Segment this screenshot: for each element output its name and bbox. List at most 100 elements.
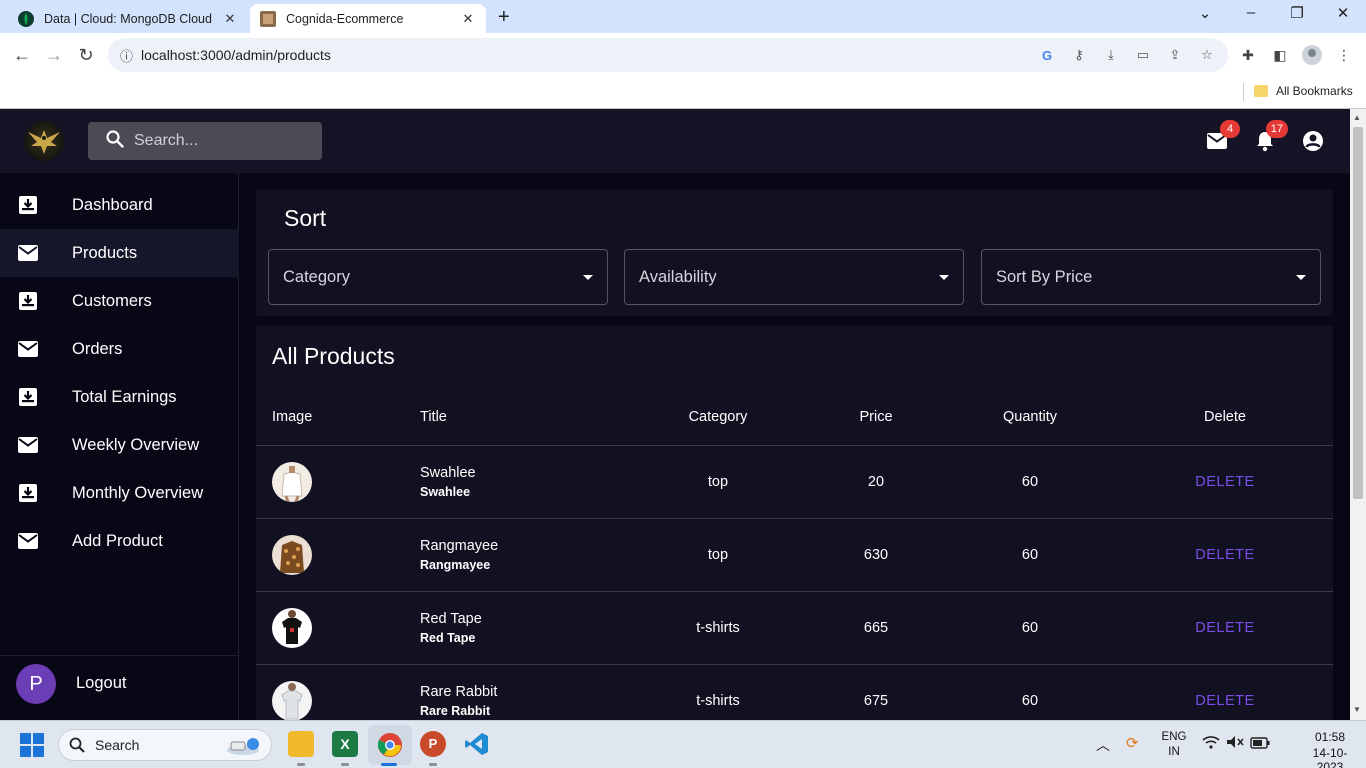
share-icon[interactable]: ⇪	[1166, 46, 1184, 64]
mongodb-leaf-icon	[18, 10, 34, 27]
menu-icon[interactable]: ⋮	[1334, 45, 1354, 65]
region-indicator[interactable]: IN	[1156, 746, 1192, 758]
forward-icon[interactable]: →	[42, 43, 66, 67]
search-icon	[69, 737, 85, 753]
profile-avatar-icon[interactable]	[1302, 45, 1322, 65]
vscode-icon[interactable]	[464, 731, 490, 757]
sidebar-item-dashboard[interactable]: Dashboard	[0, 181, 239, 229]
browser-tab-mongodb[interactable]: Data | Cloud: MongoDB Cloud ✕	[8, 4, 248, 33]
sidebar-item-orders[interactable]: Orders	[0, 325, 239, 373]
site-icon	[260, 10, 276, 27]
mail-button[interactable]: 4	[1204, 120, 1240, 154]
category-select[interactable]: Category	[268, 249, 608, 305]
logout-label: Logout	[76, 674, 127, 692]
browser-tab-cognida[interactable]: Cognida-Ecommerce ✕	[250, 4, 486, 33]
sidebar-item-customers[interactable]: Customers	[0, 277, 239, 325]
bookmark-star-icon[interactable]: ☆	[1198, 46, 1216, 64]
divider	[1243, 83, 1244, 101]
sidebar-item-label: Dashboard	[72, 195, 153, 214]
close-icon[interactable]: ✕	[460, 11, 476, 27]
sidebar-item-label: Customers	[72, 291, 152, 310]
file-explorer-icon[interactable]	[288, 731, 314, 757]
product-quantity: 60	[1021, 693, 1039, 709]
avatar[interactable]: P	[16, 664, 56, 704]
wifi-icon[interactable]	[1202, 735, 1220, 752]
google-icon[interactable]: G	[1038, 46, 1056, 64]
sidebar-item-add-product[interactable]: Add Product	[0, 517, 239, 565]
mail-icon	[18, 437, 38, 453]
scrollbar-thumb[interactable]	[1353, 127, 1363, 499]
back-icon[interactable]: ←	[10, 43, 34, 67]
page-scrollbar[interactable]: ▲ ▼	[1350, 109, 1366, 720]
product-price: 675	[863, 693, 889, 709]
availability-select[interactable]: Availability	[624, 249, 964, 305]
notification-count-badge: 17	[1265, 120, 1288, 138]
column-header-title: Title	[420, 409, 447, 425]
brand-logo[interactable]	[24, 121, 64, 161]
product-title: Rangmayee	[420, 538, 499, 554]
window-close-icon[interactable]: ✕	[1331, 4, 1355, 22]
sidebar-item-products[interactable]: Products	[0, 229, 239, 277]
notifications-button[interactable]: 17	[1252, 120, 1288, 154]
product-subtitle: Red Tape	[420, 631, 476, 645]
product-image	[272, 681, 312, 720]
sort-by-price-select[interactable]: Sort By Price	[981, 249, 1321, 305]
all-bookmarks-link[interactable]: All Bookmarks	[1276, 84, 1353, 98]
clock-date[interactable]: 14-10-2023	[1300, 746, 1360, 768]
battery-icon[interactable]	[1250, 736, 1270, 754]
column-header-category: Category	[688, 409, 748, 425]
chrome-taskbar-button[interactable]	[368, 725, 412, 765]
extensions-icon[interactable]: ✚	[1238, 45, 1258, 65]
powerpoint-icon[interactable]: P	[420, 731, 446, 757]
sidebar-item-label: Orders	[72, 339, 123, 358]
card-icon[interactable]: ▭	[1134, 46, 1152, 64]
sync-icon[interactable]: ⟳	[1126, 734, 1139, 752]
sidebar-item-weekly-overview[interactable]: Weekly Overview	[0, 421, 239, 469]
delete-button[interactable]: DELETE	[1175, 547, 1275, 563]
language-indicator[interactable]: ENG	[1156, 731, 1192, 743]
install-icon[interactable]: ⤓	[1102, 46, 1120, 64]
product-image	[272, 535, 312, 575]
minimize-icon[interactable]: –	[1239, 4, 1263, 21]
side-panel-icon[interactable]: ◧	[1270, 45, 1290, 65]
logout-button[interactable]: P Logout	[0, 655, 239, 720]
inbox-download-icon	[19, 388, 37, 406]
column-header-price: Price	[859, 409, 893, 425]
close-icon[interactable]: ✕	[222, 11, 238, 27]
clock-time[interactable]: 01:58	[1300, 730, 1360, 744]
product-image	[272, 462, 312, 502]
product-category: top	[707, 474, 729, 490]
new-tab-icon[interactable]: +	[498, 6, 510, 29]
taskbar-search[interactable]: Search	[58, 729, 272, 761]
product-subtitle: Rare Rabbit	[420, 704, 491, 718]
browser-toolbar: ← → ↻ ⓘ localhost:3000/admin/products G …	[0, 33, 1366, 79]
delete-button[interactable]: DELETE	[1175, 474, 1275, 490]
address-bar[interactable]: ⓘ localhost:3000/admin/products G ⚷ ⤓ ▭ …	[108, 38, 1228, 72]
volume-muted-icon[interactable]	[1226, 735, 1244, 754]
show-hidden-icons-icon[interactable]: ︿	[1096, 735, 1110, 755]
sidebar-item-total-earnings[interactable]: Total Earnings	[0, 373, 239, 421]
excel-icon[interactable]: X	[332, 731, 358, 757]
delete-button[interactable]: DELETE	[1175, 620, 1275, 636]
account-button[interactable]	[1300, 128, 1326, 154]
key-icon[interactable]: ⚷	[1070, 46, 1088, 64]
dropdown-arrow-icon	[1296, 275, 1306, 280]
product-quantity: 60	[1021, 474, 1039, 490]
restore-icon[interactable]: ❐	[1285, 4, 1309, 22]
sort-title: Sort	[284, 205, 327, 231]
scroll-up-icon[interactable]: ▲	[1353, 113, 1361, 122]
delete-button[interactable]: DELETE	[1175, 693, 1275, 709]
product-title: Red Tape	[420, 611, 482, 627]
tab-title: Cognida-Ecommerce	[286, 11, 404, 26]
windows-start-icon[interactable]	[20, 733, 44, 762]
sidebar-item-label: Products	[72, 243, 138, 262]
scroll-down-icon[interactable]: ▼	[1353, 705, 1361, 714]
search-box[interactable]	[88, 122, 322, 160]
reload-icon[interactable]: ↻	[74, 43, 98, 67]
sidebar-item-monthly-overview[interactable]: Monthly Overview	[0, 469, 239, 517]
product-image	[272, 608, 312, 648]
search-input[interactable]	[134, 132, 314, 150]
site-info-icon[interactable]: ⓘ	[120, 46, 133, 65]
search-icon	[106, 129, 124, 153]
tab-search-icon[interactable]: ⌄	[1193, 4, 1217, 22]
